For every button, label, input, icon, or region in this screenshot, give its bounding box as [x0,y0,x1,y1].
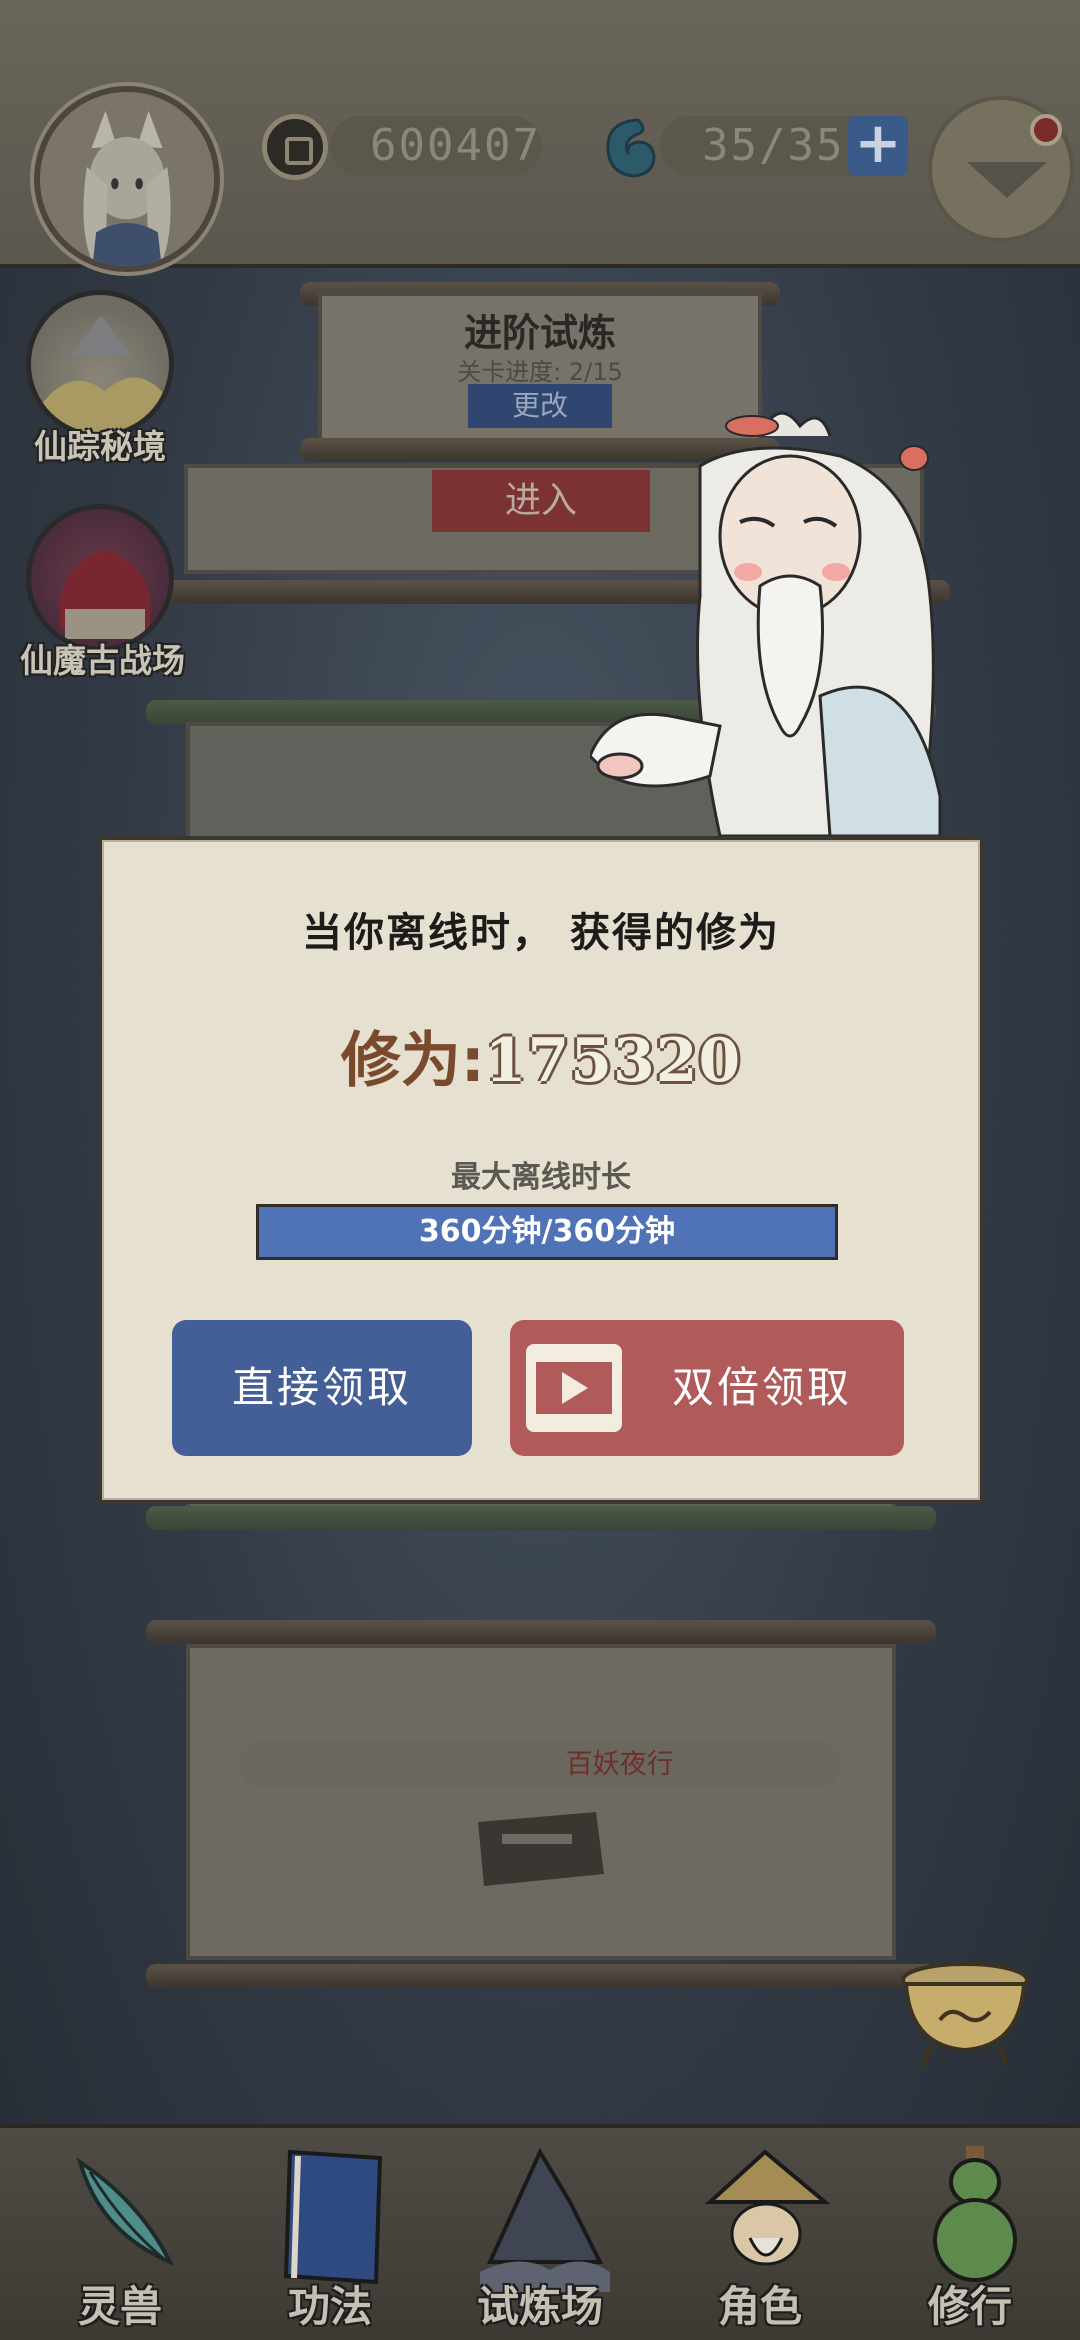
portal-label: 仙踪秘境 [34,427,166,466]
nav-item-techniques[interactable]: 功法 [230,2128,430,2340]
spirit-energy-icon [606,118,656,178]
mountain-icon [480,2147,610,2292]
scroll-rod [146,1620,936,1644]
progress-text: 360分钟/360分钟 [418,1214,676,1249]
player-avatar[interactable] [34,86,220,272]
scroll-rod [146,1506,936,1530]
incense-burner-icon[interactable] [890,1950,1040,2070]
scroll-rod [146,1964,936,1988]
trial-title: 进阶试炼 [463,311,616,355]
nav-item-spirit-beast[interactable]: 灵兽 [20,2128,220,2340]
cloud-mountain-icon [26,290,174,438]
locked-scroll [186,1644,896,1960]
nav-item-character[interactable]: 角色 [660,2128,860,2340]
book-icon [283,2149,383,2285]
unlock-prefix: 通关绝尘谷 · 进阶 · [325,1749,566,1780]
unlock-suffix: 后解锁 [673,1749,755,1780]
double-claim-button[interactable]: 双倍领取 [510,1320,904,1456]
nav-label: 角色 [717,2282,802,2331]
double-claim-label: 双倍领取 [671,1363,852,1412]
portal-xianmo[interactable]: 仙魔古战场 [20,504,185,682]
dialog-title: 当你离线时， 获得的修为 [302,910,780,956]
coin-icon [262,114,328,180]
offline-reward-dialog: 当你离线时， 获得的修为 修为:175320 最大离线时长 360分钟/360分… [98,836,984,1504]
nav-item-cultivation[interactable]: 修行 [870,2128,1070,2340]
offline-progress-bar: 360分钟/360分钟 [256,1204,838,1260]
play-icon [562,1372,588,1404]
nav-label: 灵兽 [77,2282,162,2331]
max-offline-label: 最大离线时长 [451,1160,631,1195]
cultivation-value: 175320 [484,1026,742,1096]
unlock-highlight: 百妖夜行 [565,1749,674,1780]
portal-label: 仙魔古战场 [20,641,185,680]
bottom-nav: 灵兽 功法 试炼场 角色 修行 [0,2124,1080,2340]
cultivation-reward: 修为:175320 [102,1012,980,1099]
feather-icon [76,2157,175,2266]
nav-label: 修行 [927,2282,1012,2331]
nav-label: 功法 [287,2282,372,2331]
elder-npc-illustration [590,411,942,836]
video-ad-icon [526,1344,622,1432]
chevron-down-icon [967,162,1047,198]
avatar-portrait-icon [40,92,214,266]
unlock-hint: 通关绝尘谷 · 进阶 · 百妖夜行后解锁 [240,1742,840,1788]
nav-label: 试炼场 [476,2282,603,2331]
nav-item-trial-ground[interactable]: 试炼场 [440,2128,640,2340]
lock-icon [478,1812,604,1886]
trial-progress: 关卡进度: 2/15 [457,358,623,386]
gourd-icon [933,2146,1017,2282]
direct-claim-button[interactable]: 直接领取 [172,1320,472,1456]
cultivation-label: 修为: [340,1026,485,1096]
notification-dot [1030,114,1062,146]
straw-hat-icon [704,2149,830,2266]
portal-xianzong[interactable]: 仙踪秘境 [20,290,180,468]
coin-count: 600407 [330,116,542,176]
demon-battlefield-icon [26,504,174,652]
add-energy-button[interactable]: + [848,116,908,176]
